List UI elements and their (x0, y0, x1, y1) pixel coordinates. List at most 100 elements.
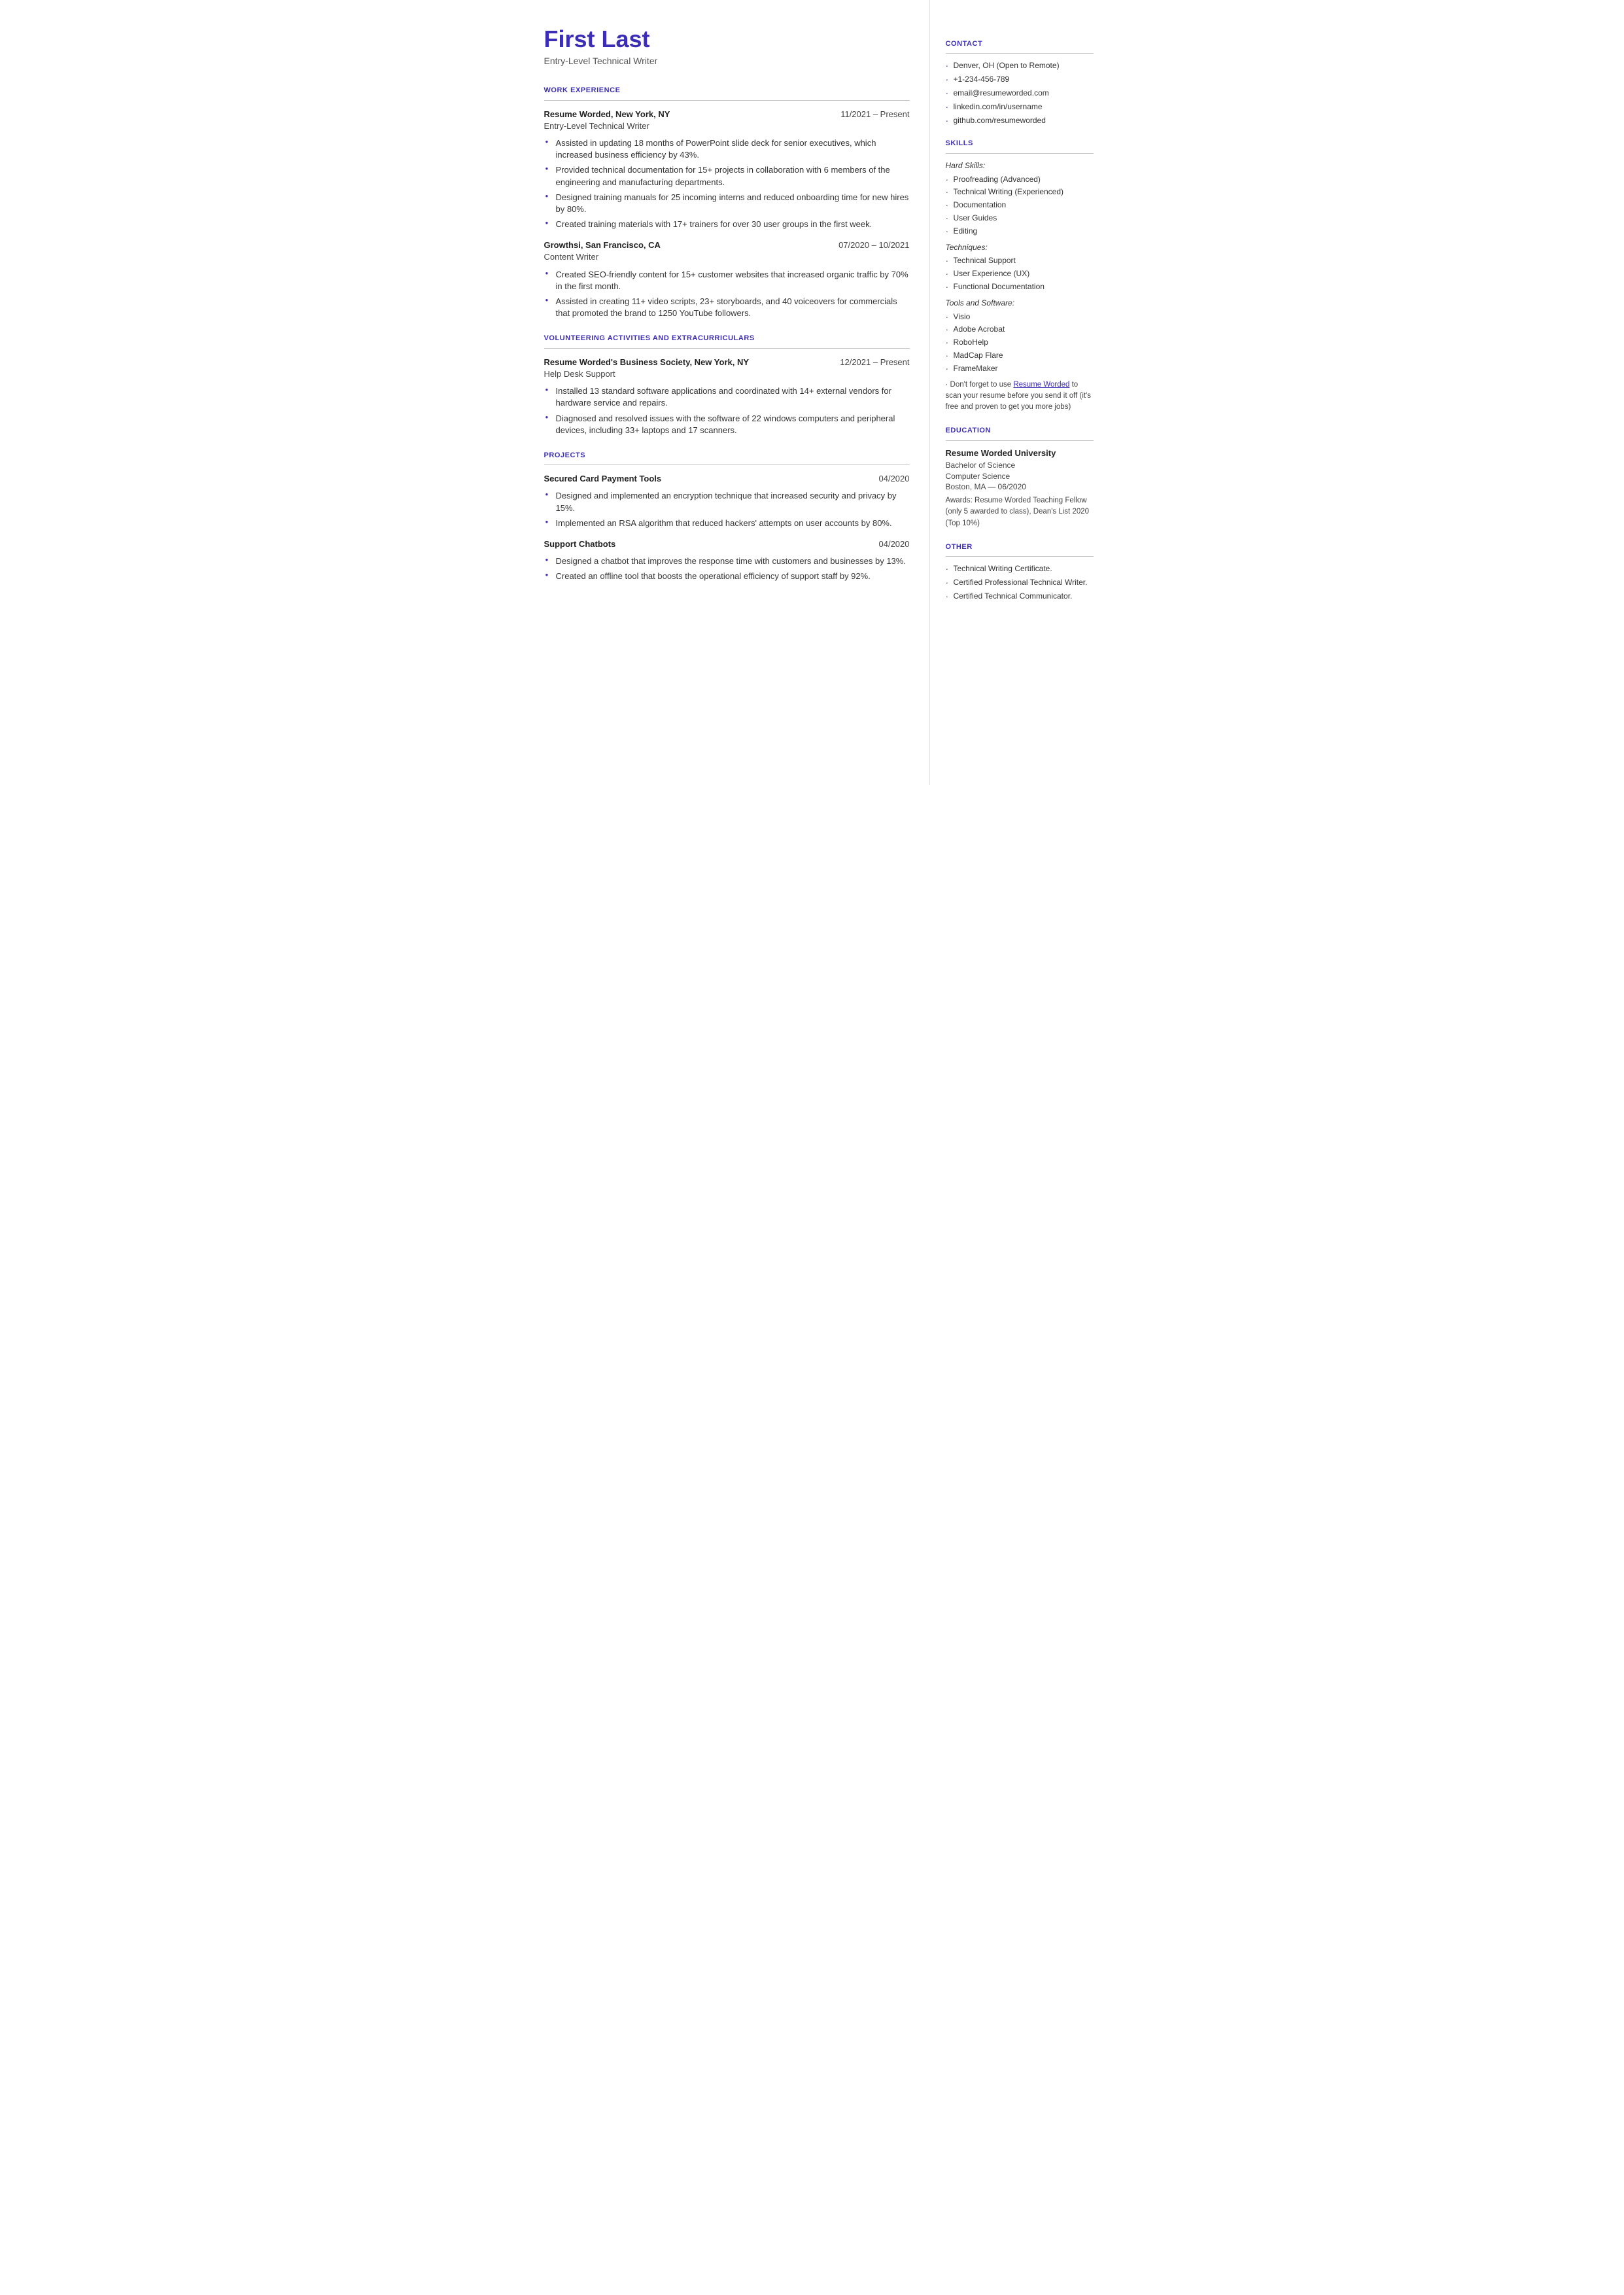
bullet-item: Created training materials with 17+ trai… (544, 219, 910, 230)
contact-divider (946, 53, 1094, 54)
job-bullets: Assisted in updating 18 months of PowerP… (544, 137, 910, 230)
skill-item: RoboHelp (946, 337, 1094, 348)
job-header: Secured Card Payment Tools 04/2020 (544, 473, 910, 485)
skill-item: Documentation (946, 200, 1094, 211)
skill-item: Proofreading (Advanced) (946, 174, 1094, 185)
job-company: Resume Worded's Business Society, New Yo… (544, 357, 750, 368)
edu-location: Boston, MA — 06/2020 (946, 482, 1094, 493)
skill-item: Visio (946, 311, 1094, 323)
job-company: Support Chatbots (544, 538, 616, 550)
skills-category-label: Tools and Software: (946, 298, 1094, 309)
edu-field: Computer Science (946, 471, 1094, 482)
edu-awards: Awards: Resume Worded Teaching Fellow (o… (946, 495, 1094, 529)
left-column: First Last Entry-Level Technical Writer … (518, 0, 930, 785)
projects-divider (544, 464, 910, 465)
skills-category-label: Techniques: (946, 242, 1094, 253)
job-bullets: Designed and implemented an encryption t… (544, 490, 910, 529)
right-column: CONTACT Denver, OH (Open to Remote) +1-23… (930, 0, 1107, 785)
skill-item: Adobe Acrobat (946, 324, 1094, 335)
bullet-item: Designed training manuals for 25 incomin… (544, 192, 910, 215)
job-block: Secured Card Payment Tools 04/2020 Designe… (544, 473, 910, 529)
job-role: Content Writer (544, 251, 910, 263)
bullet-item: Installed 13 standard software applicati… (544, 385, 910, 409)
projects-jobs: Secured Card Payment Tools 04/2020 Designe… (544, 473, 910, 582)
job-dates: 07/2020 – 10/2021 (838, 239, 909, 251)
contact-item: +1-234-456-789 (946, 74, 1094, 85)
skills-title: SKILLS (946, 139, 1094, 149)
other-item: Technical Writing Certificate. (946, 563, 1094, 574)
job-company: Resume Worded, New York, NY (544, 109, 670, 120)
other-title: OTHER (946, 542, 1094, 552)
contact-item: github.com/resumeworded (946, 115, 1094, 126)
work-experience-jobs: Resume Worded, New York, NY 11/2021 – Pre… (544, 109, 910, 320)
resume-page: First Last Entry-Level Technical Writer … (518, 0, 1107, 785)
contact-item: linkedin.com/in/username (946, 101, 1094, 113)
other-divider (946, 556, 1094, 557)
other-item: Certified Professional Technical Writer. (946, 577, 1094, 588)
job-role: Entry-Level Technical Writer (544, 120, 910, 132)
contact-item: email@resumeworded.com (946, 88, 1094, 99)
job-header: Resume Worded, New York, NY 11/2021 – Pre… (544, 109, 910, 120)
volunteering-title: VOLUNTEERING ACTIVITIES AND EXTRACURRICU… (544, 334, 910, 343)
job-bullets: Created SEO-friendly content for 15+ cus… (544, 269, 910, 320)
contact-title: CONTACT (946, 39, 1094, 49)
skills-list: Proofreading (Advanced)Technical Writing… (946, 174, 1094, 237)
job-header: Growthsi, San Francisco, CA 07/2020 – 10/… (544, 239, 910, 251)
skill-item: Technical Writing (Experienced) (946, 186, 1094, 198)
job-bullets: Designed a chatbot that improves the res… (544, 555, 910, 582)
education-divider (946, 440, 1094, 441)
bullet-item: Designed and implemented an encryption t… (544, 490, 910, 514)
job-company: Secured Card Payment Tools (544, 473, 662, 485)
resume-worded-link[interactable]: Resume Worded (1013, 381, 1069, 389)
work-experience-title: WORK EXPERIENCE (544, 86, 910, 96)
job-block: Support Chatbots 04/2020 Designed a chatbo… (544, 538, 910, 583)
job-dates: 04/2020 (879, 473, 910, 485)
bullet-item: Diagnosed and resolved issues with the s… (544, 413, 910, 436)
job-block: Resume Worded, New York, NY 11/2021 – Pre… (544, 109, 910, 231)
contact-item: Denver, OH (Open to Remote) (946, 60, 1094, 71)
volunteering-divider (544, 348, 910, 349)
skill-item: Technical Support (946, 255, 1094, 266)
job-company: Growthsi, San Francisco, CA (544, 239, 661, 251)
other-list: Technical Writing Certificate. Certified … (946, 563, 1094, 601)
skills-promo: · Don't forget to use Resume Worded to s… (946, 379, 1094, 413)
projects-title: PROJECTS (544, 451, 910, 461)
skill-item: Functional Documentation (946, 281, 1094, 292)
skills-category-label: Hard Skills: (946, 160, 1094, 171)
job-bullets: Installed 13 standard software applicati… (544, 385, 910, 436)
bullet-item: Created an offline tool that boosts the … (544, 570, 910, 582)
job-role: Help Desk Support (544, 368, 910, 380)
job-dates: 11/2021 – Present (840, 109, 909, 120)
education-item: Resume Worded University Bachelor of Sci… (946, 447, 1094, 529)
name: First Last (544, 26, 910, 52)
skill-item: Editing (946, 226, 1094, 237)
subtitle: Entry-Level Technical Writer (544, 55, 910, 68)
skills-divider (946, 153, 1094, 154)
bullet-item: Assisted in creating 11+ video scripts, … (544, 296, 910, 319)
skills-section: Hard Skills:Proofreading (Advanced)Techn… (946, 160, 1094, 413)
job-dates: 04/2020 (879, 538, 910, 550)
volunteering-jobs: Resume Worded's Business Society, New Yo… (544, 357, 910, 436)
job-header: Resume Worded's Business Society, New Yo… (544, 357, 910, 368)
other-item: Certified Technical Communicator. (946, 591, 1094, 602)
education-section: Resume Worded University Bachelor of Sci… (946, 447, 1094, 529)
bullet-item: Provided technical documentation for 15+… (544, 164, 910, 188)
skills-list: Technical Support User Experience (UX) Fun… (946, 255, 1094, 292)
skills-list: VisioAdobe Acrobat RoboHelp MadCap Flare Fr… (946, 311, 1094, 374)
contact-list: Denver, OH (Open to Remote) +1-234-456-78… (946, 60, 1094, 126)
job-block: Growthsi, San Francisco, CA 07/2020 – 10/… (544, 239, 910, 319)
edu-degree: Bachelor of Science (946, 460, 1094, 471)
skill-item: FrameMaker (946, 363, 1094, 374)
bullet-item: Created SEO-friendly content for 15+ cus… (544, 269, 910, 292)
edu-org: Resume Worded University (946, 447, 1094, 459)
skill-item: User Guides (946, 213, 1094, 224)
skill-item: MadCap Flare (946, 350, 1094, 361)
bullet-item: Designed a chatbot that improves the res… (544, 555, 910, 567)
education-title: EDUCATION (946, 426, 1094, 436)
bullet-item: Assisted in updating 18 months of PowerP… (544, 137, 910, 161)
job-dates: 12/2021 – Present (840, 357, 909, 368)
bullet-item: Implemented an RSA algorithm that reduce… (544, 517, 910, 529)
job-header: Support Chatbots 04/2020 (544, 538, 910, 550)
skill-item: User Experience (UX) (946, 268, 1094, 279)
job-block: Resume Worded's Business Society, New Yo… (544, 357, 910, 436)
